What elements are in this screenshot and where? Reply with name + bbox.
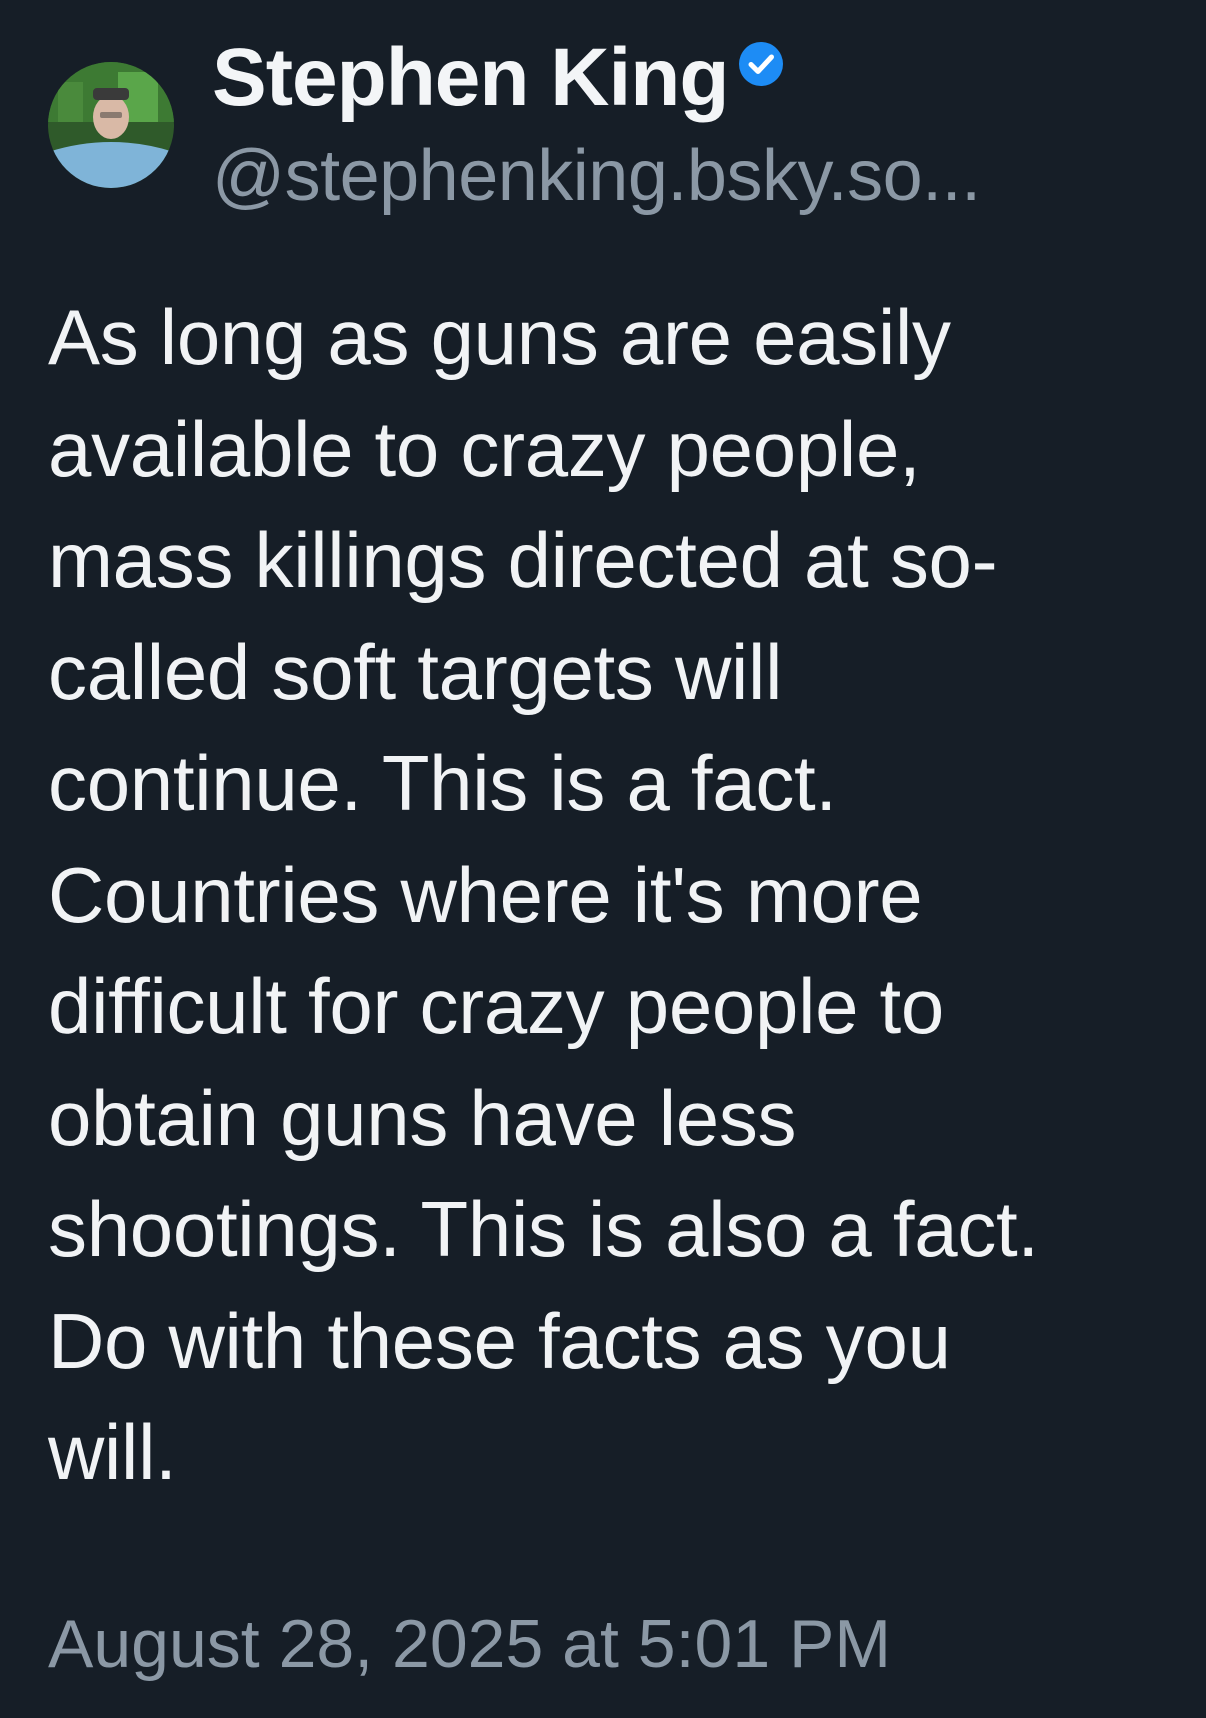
post-text-line: Countries where it's more [48, 850, 923, 939]
post-header: Stephen King @stephenking.bsky.so... [48, 28, 1168, 238]
author-display-name[interactable]: Stephen King [212, 37, 729, 119]
post-timestamp[interactable]: August 28, 2025 at 5:01 PM [48, 1610, 891, 1678]
avatar-photo [48, 62, 174, 188]
post-body: As long as guns are easily available to c… [48, 282, 1178, 1509]
post-text-line: Do with these facts as you [48, 1296, 951, 1385]
post-text-line: called soft targets will [48, 627, 783, 716]
post-text-line: As long as guns are easily [48, 293, 951, 381]
post-text-line: difficult for crazy people to [48, 962, 944, 1050]
display-name-row: Stephen King [212, 28, 784, 128]
post: Stephen King @stephenking.bsky.so... As … [0, 0, 1206, 1718]
author-avatar[interactable] [48, 62, 174, 188]
author-handle[interactable]: @stephenking.bsky.so... [212, 140, 981, 212]
post-text-line: obtain guns have less [48, 1073, 797, 1162]
post-text-line: continue. This is a fact. [48, 739, 837, 827]
post-text-line: shootings. This is also a fact. [48, 1185, 1039, 1273]
post-text-line: mass killings directed at so- [48, 516, 998, 604]
verified-check-icon [738, 41, 784, 87]
post-text-line: will. [48, 1408, 177, 1496]
post-text-line: available to crazy people, [48, 404, 921, 493]
